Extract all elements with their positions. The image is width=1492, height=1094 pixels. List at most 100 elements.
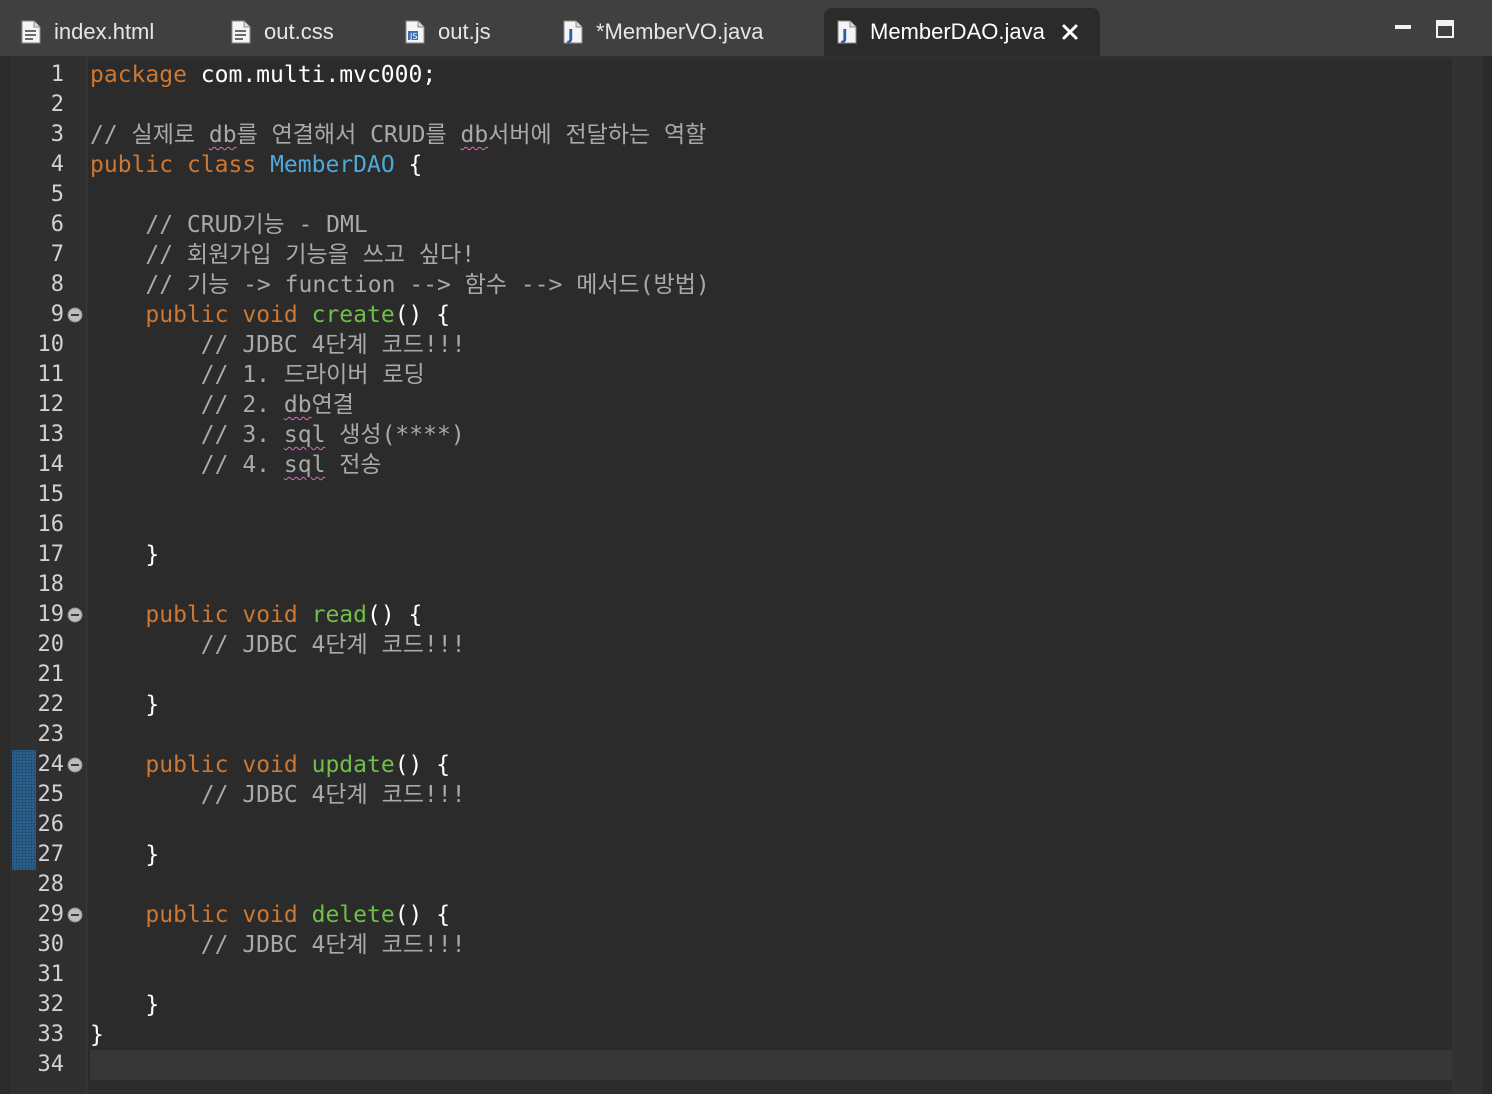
- code-line[interactable]: 31: [10, 960, 1452, 990]
- svg-text:J: J: [567, 26, 574, 44]
- code-line[interactable]: 20 // JDBC 4단계 코드!!!: [10, 630, 1452, 660]
- line-number: 29: [37, 902, 65, 927]
- code-line[interactable]: 8 // 기능 -> function --> 함수 --> 메서드(방법): [10, 270, 1452, 300]
- comment: 전송: [325, 452, 382, 478]
- code-line[interactable]: 17 }: [10, 540, 1452, 570]
- code-line[interactable]: 5: [10, 180, 1452, 210]
- code-line[interactable]: 7 // 회원가입 기능을 쓰고 싶다!: [10, 240, 1452, 270]
- code-text: }: [90, 540, 159, 570]
- code-line[interactable]: 27 }: [10, 840, 1452, 870]
- keyword-public: public: [145, 302, 229, 328]
- code-line[interactable]: 3// 실제로 db를 연결해서 CRUD를 db서버에 전달하는 역할: [10, 120, 1452, 150]
- comment: // CRUD기능 - DML: [90, 212, 368, 238]
- misspelled-word: db: [283, 392, 312, 418]
- code-text: // JDBC 4단계 코드!!!: [90, 780, 466, 810]
- line-number: 33: [37, 1022, 65, 1047]
- collapse-icon[interactable]: [67, 757, 83, 773]
- code-line[interactable]: 10 // JDBC 4단계 코드!!!: [10, 330, 1452, 360]
- line-number: 8: [50, 272, 64, 297]
- class-name: MemberDAO: [270, 152, 395, 178]
- svg-text:JS: JS: [409, 32, 417, 41]
- code-line[interactable]: 22 }: [10, 690, 1452, 720]
- comment: // JDBC 4단계 코드!!!: [90, 782, 466, 808]
- keyword-void: void: [242, 602, 298, 628]
- comment: // 4.: [90, 452, 284, 478]
- code-line[interactable]: 2: [10, 90, 1452, 120]
- minimize-icon[interactable]: [1392, 18, 1414, 40]
- tab-out-js[interactable]: JS out.js: [404, 8, 491, 56]
- code-line[interactable]: 14 // 4. sql 전송: [10, 450, 1452, 480]
- code-line[interactable]: 13 // 3. sql 생성(****): [10, 420, 1452, 450]
- line-number: 11: [37, 362, 65, 387]
- open-brace: {: [394, 152, 423, 178]
- code-text: // 1. 드라이버 로딩: [90, 360, 425, 390]
- signature-brace: () {: [394, 752, 451, 778]
- line-number: 20: [37, 632, 65, 657]
- current-line-highlight: [90, 1050, 1452, 1080]
- line-number: 1: [50, 62, 64, 87]
- line-number: 27: [37, 842, 65, 867]
- comment: 서버에 전달하는 역할: [488, 122, 707, 148]
- close-brace: }: [90, 992, 160, 1018]
- code-text: // 기능 -> function --> 함수 --> 메서드(방법): [90, 270, 709, 300]
- comment: 연결: [311, 392, 354, 418]
- line-number: 31: [37, 962, 65, 987]
- line-number: 12: [37, 392, 65, 417]
- misspelled-word: db: [460, 122, 489, 148]
- tab-membervo-java[interactable]: J *MemberVO.java: [562, 8, 764, 56]
- close-icon[interactable]: [1059, 21, 1081, 43]
- keyword-public: public: [145, 602, 229, 628]
- line-number: 19: [37, 602, 65, 627]
- collapse-icon[interactable]: [67, 907, 83, 923]
- line-number: 24: [37, 752, 65, 777]
- code-line[interactable]: 21: [10, 660, 1452, 690]
- signature-brace: () {: [366, 602, 423, 628]
- keyword-void: void: [242, 752, 298, 778]
- code-line[interactable]: 25 // JDBC 4단계 코드!!!: [10, 780, 1452, 810]
- code-line[interactable]: 24 public void update() {: [10, 750, 1452, 780]
- code-line[interactable]: 1 package com.multi.mvc000;: [10, 60, 1452, 90]
- code-text: public void delete() {: [90, 900, 450, 930]
- code-line[interactable]: 23: [10, 720, 1452, 750]
- code-editor[interactable]: 1 package com.multi.mvc000; 2 3// 실제로 db를 연…: [10, 56, 1482, 1094]
- svg-text:J: J: [841, 26, 848, 44]
- java-file-icon: J: [836, 19, 858, 45]
- overview-ruler[interactable]: [1452, 56, 1482, 1094]
- tab-memberdao-java[interactable]: J MemberDAO.java: [824, 8, 1100, 56]
- close-brace: }: [90, 1022, 104, 1048]
- code-line[interactable]: 18: [10, 570, 1452, 600]
- keyword-public: public: [145, 752, 229, 778]
- collapse-icon[interactable]: [67, 607, 83, 623]
- line-number: 16: [37, 512, 65, 537]
- code-line[interactable]: 29 public void delete() {: [10, 900, 1452, 930]
- code-line[interactable]: 16: [10, 510, 1452, 540]
- line-number: 17: [37, 542, 65, 567]
- maximize-icon[interactable]: [1434, 18, 1456, 40]
- code-line[interactable]: 32 }: [10, 990, 1452, 1020]
- package-name: com.multi.mvc000;: [186, 62, 437, 88]
- code-line[interactable]: 4 public class MemberDAO {: [10, 150, 1452, 180]
- js-file-icon: JS: [404, 19, 426, 45]
- tab-out-css[interactable]: out.css: [230, 8, 334, 56]
- code-line[interactable]: 28: [10, 870, 1452, 900]
- code-line[interactable]: 9 public void create() {: [10, 300, 1452, 330]
- method-update: update: [311, 752, 395, 778]
- code-line[interactable]: 19 public void read() {: [10, 600, 1452, 630]
- code-line[interactable]: 30 // JDBC 4단계 코드!!!: [10, 930, 1452, 960]
- code-line[interactable]: 11 // 1. 드라이버 로딩: [10, 360, 1452, 390]
- line-number: 22: [37, 692, 65, 717]
- code-text: public void read() {: [90, 600, 422, 630]
- line-number: 14: [37, 452, 65, 477]
- code-text: // CRUD기능 - DML: [90, 210, 368, 240]
- collapse-icon[interactable]: [67, 307, 83, 323]
- code-text: // JDBC 4단계 코드!!!: [90, 630, 466, 660]
- tab-label: out.js: [438, 19, 491, 44]
- tab-index-html[interactable]: index.html: [20, 8, 154, 56]
- line-number: 32: [37, 992, 65, 1017]
- code-line[interactable]: 15: [10, 480, 1452, 510]
- code-line[interactable]: 33}: [10, 1020, 1452, 1050]
- code-line[interactable]: 12 // 2. db연결: [10, 390, 1452, 420]
- code-line[interactable]: 26: [10, 810, 1452, 840]
- code-line[interactable]: 34: [10, 1050, 1452, 1080]
- code-line[interactable]: 6 // CRUD기능 - DML: [10, 210, 1452, 240]
